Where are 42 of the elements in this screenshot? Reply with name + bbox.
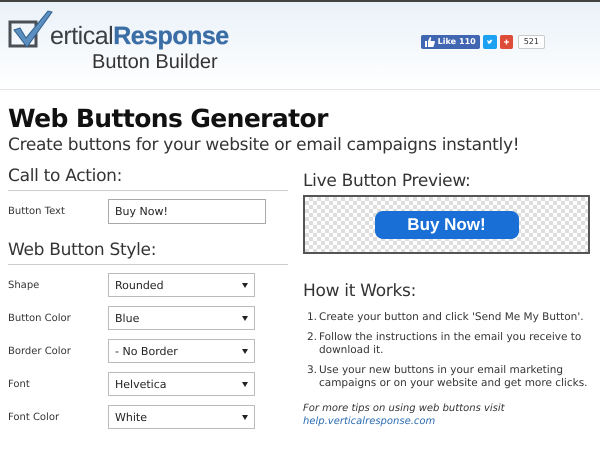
plus-share-button[interactable] <box>500 34 513 48</box>
field-label: Shape <box>8 280 40 290</box>
help-link[interactable]: help.verticalresponse.com <box>303 415 590 428</box>
caret-icon <box>242 382 248 386</box>
bird-icon <box>486 38 493 46</box>
logo-text: Response <box>113 22 229 50</box>
page-subtitle: Create buttons for your website or email campaigns instantly! <box>8 134 520 156</box>
step-number: 2. <box>307 331 318 345</box>
field-label: Font <box>8 378 31 390</box>
field-label: Button Color <box>8 312 72 324</box>
dropdown[interactable]: - No Border <box>108 339 255 363</box>
caret-icon <box>242 414 248 420</box>
step-number: 1. <box>307 311 318 324</box>
like-button[interactable]: Like 110 <box>420 34 480 48</box>
button-text-field[interactable]: Buy Now! <box>108 199 266 224</box>
section-heading: How it Works: <box>303 280 418 303</box>
dropdown[interactable]: Helvetica <box>108 372 255 396</box>
twitter-share-button[interactable] <box>482 34 497 48</box>
dropdown[interactable]: White <box>108 405 255 429</box>
dropdown[interactable]: Blue <box>108 306 255 330</box>
page-title: Web Buttons Generator <box>8 104 330 134</box>
logo-subtitle: Button Builder <box>92 50 219 74</box>
step-text: Use your new buttons in your email marketing campaigns or on your website and get more clicks. <box>319 364 589 390</box>
section-heading: Web Button Style: <box>8 239 158 262</box>
step-number: 3. <box>307 364 318 378</box>
share-count: 521 <box>518 34 545 48</box>
section-heading: Live Button Preview: <box>303 170 472 192</box>
caret-icon <box>242 316 248 320</box>
step-text: Follow the instructions in the email you receive to download it. <box>319 331 582 357</box>
thumbs-up-icon <box>424 36 435 46</box>
preview-button[interactable]: Buy Now! <box>374 210 518 238</box>
logo-text: ertical <box>50 22 114 50</box>
plus-icon <box>504 38 509 46</box>
section-heading: Call to Action: <box>8 165 124 188</box>
tip-text: For more tips on using web buttons visit <box>303 402 506 415</box>
step-text: Create your button and click 'Send Me My Button'. <box>319 311 584 324</box>
caret-icon <box>242 282 248 288</box>
field-label: Font Color <box>8 412 60 422</box>
field-label: Border Color <box>8 346 72 356</box>
field-label: Button Text <box>8 206 66 217</box>
caret-icon <box>242 348 248 354</box>
dropdown[interactable]: Rounded <box>108 273 255 297</box>
